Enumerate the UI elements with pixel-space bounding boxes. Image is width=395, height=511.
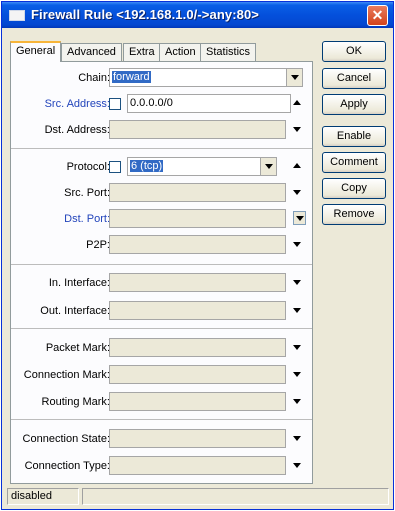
expand-down-icon[interactable] — [293, 463, 301, 468]
connection-state-row: Connection State: — [11, 428, 312, 450]
chain-dropdown-button[interactable] — [286, 69, 302, 86]
p2p-row: P2P: — [11, 234, 312, 256]
connection-mark-row: Connection Mark: — [11, 364, 312, 386]
connection-state-input[interactable] — [109, 429, 286, 448]
dst-address-row: Dst. Address: — [11, 119, 312, 141]
enable-button[interactable]: Enable — [322, 126, 386, 147]
close-button[interactable]: ✕ — [367, 5, 388, 26]
out-interface-label: Out. Interface: — [40, 305, 110, 317]
connection-mark-label: Connection Mark: — [23, 369, 110, 381]
out-interface-row: Out. Interface: — [11, 300, 312, 322]
packet-mark-row: Packet Mark: — [11, 337, 312, 359]
remove-button[interactable]: Remove — [322, 204, 386, 225]
collapse-up-icon[interactable] — [293, 100, 301, 105]
connection-type-label: Connection Type: — [24, 460, 110, 472]
chain-value: forward — [112, 71, 151, 83]
protocol-label: Protocol: — [66, 161, 110, 173]
tab-action[interactable]: Action — [159, 43, 202, 61]
expand-down-icon[interactable] — [293, 242, 301, 247]
connection-mark-input[interactable] — [109, 365, 286, 384]
routing-mark-input[interactable] — [109, 392, 286, 411]
general-tab-panel: Chain: forward Src. Address: 0.0.0.0/0 D… — [10, 61, 313, 484]
status-text: disabled — [7, 488, 79, 505]
status-extra — [82, 488, 389, 505]
divider — [11, 328, 312, 329]
chain-label: Chain: — [78, 72, 110, 84]
divider — [11, 419, 312, 420]
src-address-row: Src. Address: 0.0.0.0/0 — [11, 93, 312, 115]
src-address-input[interactable]: 0.0.0.0/0 — [127, 94, 291, 113]
p2p-input[interactable] — [109, 235, 286, 254]
protocol-dropdown-button[interactable] — [260, 158, 276, 175]
dst-port-row: Dst. Port: — [11, 208, 312, 230]
chevron-down-icon — [296, 216, 304, 221]
expand-down-icon[interactable] — [293, 372, 301, 377]
connection-type-row: Connection Type: — [11, 455, 312, 477]
routing-mark-row: Routing Mark: — [11, 391, 312, 413]
expand-down-icon[interactable] — [293, 436, 301, 441]
src-address-label[interactable]: Src. Address: — [45, 98, 110, 110]
divider — [11, 264, 312, 265]
expand-down-icon[interactable] — [293, 280, 301, 285]
chain-row: Chain: forward — [11, 67, 312, 89]
apply-button[interactable]: Apply — [322, 94, 386, 115]
chevron-down-icon — [291, 75, 299, 80]
dst-port-input[interactable] — [109, 209, 286, 228]
collapse-up-icon[interactable] — [293, 163, 301, 168]
status-bar: disabled — [7, 488, 390, 505]
close-icon: ✕ — [371, 7, 384, 23]
protocol-negate-checkbox[interactable] — [109, 161, 121, 173]
src-port-row: Src. Port: — [11, 182, 312, 204]
p2p-label: P2P: — [86, 239, 110, 251]
tab-extra[interactable]: Extra — [123, 43, 161, 61]
packet-mark-input[interactable] — [109, 338, 286, 357]
src-address-negate-checkbox[interactable] — [109, 98, 121, 110]
routing-mark-label: Routing Mark: — [41, 396, 110, 408]
dst-address-input[interactable] — [109, 120, 286, 139]
chain-select[interactable]: forward — [109, 68, 303, 87]
ok-button[interactable]: OK — [322, 41, 386, 62]
src-port-input[interactable] — [109, 183, 286, 202]
dst-address-label: Dst. Address: — [44, 124, 110, 136]
protocol-value: 6 (tcp) — [130, 160, 164, 172]
protocol-select[interactable]: 6 (tcp) — [127, 157, 277, 176]
copy-button[interactable]: Copy — [322, 178, 386, 199]
comment-button[interactable]: Comment — [322, 152, 386, 173]
src-port-label: Src. Port: — [64, 187, 110, 199]
in-interface-input[interactable] — [109, 273, 286, 292]
in-interface-row: In. Interface: — [11, 272, 312, 294]
dst-port-dropdown-button[interactable] — [293, 211, 306, 225]
expand-down-icon[interactable] — [293, 190, 301, 195]
tab-advanced[interactable]: Advanced — [61, 43, 122, 61]
out-interface-input[interactable] — [109, 301, 286, 320]
src-address-value: 0.0.0.0/0 — [130, 97, 173, 109]
window-title: Firewall Rule <192.168.1.0/->any:80> — [31, 7, 259, 22]
cancel-button[interactable]: Cancel — [322, 68, 386, 89]
tab-statistics[interactable]: Statistics — [200, 43, 257, 61]
expand-down-icon[interactable] — [293, 399, 301, 404]
chevron-down-icon — [265, 164, 273, 169]
in-interface-label: In. Interface: — [48, 277, 110, 289]
firewall-rule-window: Firewall Rule <192.168.1.0/->any:80> ✕ G… — [1, 1, 394, 510]
connection-state-label: Connection State: — [22, 433, 110, 445]
divider — [11, 148, 312, 149]
connection-type-input[interactable] — [109, 456, 286, 475]
window-icon — [9, 10, 25, 21]
tab-general[interactable]: General — [10, 41, 62, 62]
expand-down-icon[interactable] — [293, 308, 301, 313]
expand-down-icon[interactable] — [293, 127, 301, 132]
dst-port-label[interactable]: Dst. Port: — [64, 213, 110, 225]
title-bar[interactable]: Firewall Rule <192.168.1.0/->any:80> ✕ — [2, 2, 393, 28]
protocol-row: Protocol: 6 (tcp) — [11, 156, 312, 178]
packet-mark-label: Packet Mark: — [45, 342, 110, 354]
expand-down-icon[interactable] — [293, 345, 301, 350]
